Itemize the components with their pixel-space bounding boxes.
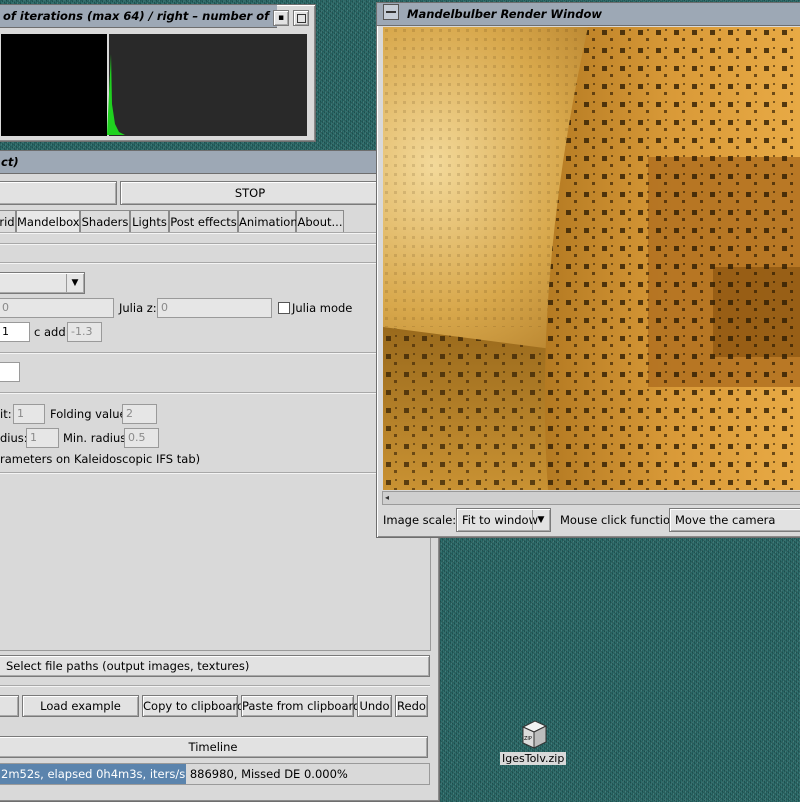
status-text: 886980, Missed DE 0.000% [186,767,348,781]
fractal-render-image [383,27,800,490]
redo-button[interactable]: Redo [395,695,428,717]
tab-grid[interactable]: rid [0,210,16,232]
status-progress-fill: 2m52s, elapsed 0h4m3s, iters/s [0,764,187,784]
undo-button[interactable]: Undo [357,695,392,717]
render-titlebar[interactable]: Mandelbulber Render Window [377,3,800,26]
histogram-right-panel [109,34,307,136]
zip-file-icon: ZIP [521,720,548,749]
paste-from-clipboard-button[interactable]: Paste from clipboard [241,695,360,717]
render-button[interactable] [0,181,117,205]
image-scale-dropdown[interactable]: Fit to window ▼ [456,508,551,532]
stop-button[interactable]: STOP [120,181,380,205]
histogram-chart [1,34,307,136]
main-titlebar[interactable]: ct) [0,151,439,174]
desktop-icon-zip[interactable]: ZIP IgesTolv.zip [500,718,567,770]
histogram-maximize-button[interactable] [293,10,309,26]
toolbar-button[interactable] [0,695,19,717]
desktop-icon-label: IgesTolv.zip [500,752,567,765]
render-horizontal-scrollbar[interactable]: ◂ [382,491,800,505]
tab-lights[interactable]: Lights [130,210,169,232]
mouse-click-function-label: Mouse click function: [560,513,682,527]
tab-shaders[interactable]: Shaders [80,210,130,232]
tab-mandelbox[interactable]: Mandelbox [16,210,80,232]
tab-animation[interactable]: Animation [238,210,298,232]
image-scale-label: Image scale: [383,513,457,527]
maximize-icon [296,14,306,23]
zip-badge: ZIP [524,736,532,742]
status-bar: 2m52s, elapsed 0h4m3s, iters/s 886980, M… [0,763,430,785]
timeline-button[interactable]: Timeline [0,736,428,758]
histogram-titlebar[interactable]: of iterations (max 64) / right – number … [0,5,277,28]
window-menu-icon[interactable] [383,4,399,20]
settings-panel-border [0,240,431,651]
histogram-left-panel [1,34,107,136]
copy-to-clipboard-button[interactable]: Copy to clipboard [142,695,244,717]
render-inner-cube-texture [713,267,800,357]
chevron-down-icon: ▼ [532,510,549,530]
select-file-paths-button[interactable]: Select file paths (output images, textur… [0,655,430,677]
tab-about[interactable]: About... [296,210,344,232]
render-title: Mandelbulber Render Window [407,7,602,21]
mouse-click-function-dropdown[interactable]: Move the camera [669,508,800,532]
main-title: ct) [1,155,19,169]
tab-post-effects[interactable]: Post effects [169,210,238,232]
histogram-window: of iterations (max 64) / right – number … [0,4,316,142]
scroll-left-arrow-icon[interactable]: ◂ [385,493,389,503]
load-example-button[interactable]: Load example [22,695,139,717]
tab-content-top-border [0,232,378,234]
section-divider [0,685,430,687]
mouse-click-function-value: Move the camera [675,513,776,527]
histogram-minimize-button[interactable]: ▪ [273,10,289,26]
image-scale-value: Fit to window [462,513,538,527]
histogram-title: of iterations (max 64) / right – number … [3,9,277,23]
